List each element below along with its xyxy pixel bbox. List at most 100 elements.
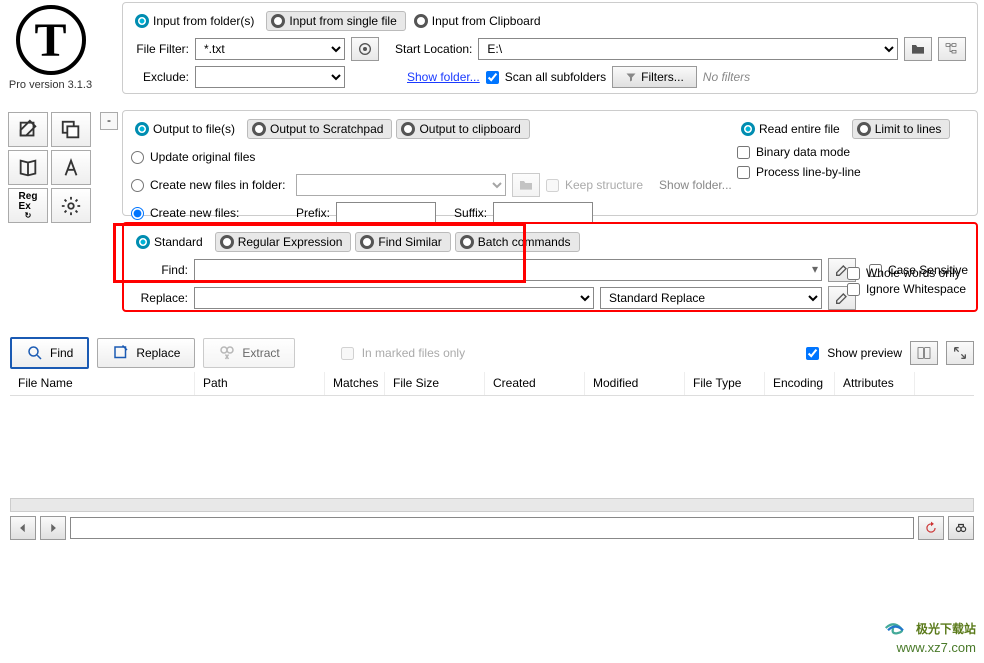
show-preview-checkbox[interactable] — [806, 347, 819, 360]
find-input[interactable] — [194, 259, 822, 281]
col-created[interactable]: Created — [485, 372, 585, 395]
output-mode-files[interactable]: Output to file(s) — [131, 120, 243, 138]
output-show-folder-link[interactable]: Show folder... — [659, 178, 732, 192]
bottom-nav-bar — [10, 514, 974, 542]
col-encoding[interactable]: Encoding — [765, 372, 835, 395]
swirl-icon — [882, 616, 912, 640]
binary-mode-checkbox[interactable] — [737, 146, 750, 159]
ignore-ws-label: Ignore Whitespace — [866, 282, 966, 296]
no-filters-text: No filters — [703, 70, 750, 84]
search-mode-regex[interactable]: Regular Expression — [215, 232, 352, 252]
input-mode-clipboard[interactable]: Input from Clipboard — [410, 12, 549, 30]
replace-label: Replace: — [132, 291, 188, 305]
keep-structure-checkbox — [546, 179, 559, 192]
process-line-label: Process line-by-line — [756, 165, 861, 179]
book-icon[interactable] — [8, 150, 48, 185]
output-right-panel: Read entire file Limit to lines Binary d… — [737, 117, 967, 185]
process-line-checkbox[interactable] — [737, 166, 750, 179]
search-mode-similar[interactable]: Find Similar — [355, 232, 450, 252]
col-attributes[interactable]: Attributes — [835, 372, 915, 395]
input-mode-folders[interactable]: Input from folder(s) — [131, 12, 262, 30]
output-section: Output to file(s) Output to Scratchpad O… — [122, 110, 978, 216]
target-icon[interactable] — [351, 37, 379, 61]
expand-icon[interactable] — [946, 341, 974, 365]
search-mode-batch[interactable]: Batch commands — [455, 232, 580, 252]
file-filter-select[interactable]: *.txt — [195, 38, 345, 60]
output-folder-select[interactable] — [296, 174, 506, 196]
show-preview-label: Show preview — [827, 346, 902, 360]
marked-only-checkbox — [341, 347, 354, 360]
edit-icon[interactable] — [8, 112, 48, 147]
col-filetype[interactable]: File Type — [685, 372, 765, 395]
version-label: Pro version 3.1.3 — [8, 79, 93, 91]
font-icon[interactable] — [51, 150, 91, 185]
search-section: Standard Regular Expression Find Similar… — [122, 222, 978, 312]
suffix-input[interactable] — [493, 202, 593, 224]
file-filter-label: File Filter: — [131, 42, 189, 56]
col-path[interactable]: Path — [195, 372, 325, 395]
start-location-select[interactable]: E:\ — [478, 38, 898, 60]
replace-mode-select[interactable]: Standard Replace — [600, 287, 822, 309]
folder-browse-icon[interactable] — [904, 37, 932, 61]
search-mode-standard[interactable]: Standard — [132, 233, 211, 251]
watermark-url: www.xz7.com — [882, 640, 976, 655]
path-input[interactable] — [70, 517, 914, 539]
binoculars-icon[interactable] — [948, 516, 974, 540]
horizontal-scrollbar[interactable] — [10, 498, 974, 512]
whole-words-label: Whole words only — [866, 266, 961, 280]
limit-lines-radio[interactable]: Limit to lines — [852, 119, 951, 139]
app-logo: T — [16, 5, 86, 75]
replace-input[interactable] — [194, 287, 594, 309]
refresh-icon[interactable] — [918, 516, 944, 540]
col-matches[interactable]: Matches — [325, 372, 385, 395]
watermark: 极光下载站 www.xz7.com — [882, 616, 976, 655]
suffix-label: Suffix: — [454, 206, 487, 220]
scan-subfolders-label: Scan all subfolders — [505, 70, 606, 84]
show-folder-link[interactable]: Show folder... — [407, 70, 480, 84]
prefix-label: Prefix: — [296, 206, 330, 220]
gear-icon[interactable] — [51, 188, 91, 223]
output-mode-scratchpad[interactable]: Output to Scratchpad — [247, 119, 392, 139]
keep-structure-label: Keep structure — [565, 178, 643, 192]
output-folder-browse-icon — [512, 173, 540, 197]
collapse-button[interactable]: - — [100, 112, 118, 130]
col-filesize[interactable]: File Size — [385, 372, 485, 395]
app-logo-area: T Pro version 3.1.3 — [8, 5, 93, 91]
input-section: Input from folder(s) Input from single f… — [122, 2, 978, 94]
create-new-radio[interactable] — [131, 207, 144, 220]
extract-button[interactable]: Extract — [203, 338, 294, 368]
start-location-label: Start Location: — [395, 42, 472, 56]
update-original-radio[interactable] — [131, 151, 144, 164]
filters-button[interactable]: Filters... — [612, 66, 697, 88]
update-original-label: Update original files — [150, 150, 255, 164]
watermark-text: 极光下载站 — [916, 620, 976, 637]
nav-next-icon[interactable] — [40, 516, 66, 540]
find-button[interactable]: Find — [10, 337, 89, 369]
whole-words-checkbox[interactable] — [847, 267, 860, 280]
input-mode-single[interactable]: Input from single file — [266, 11, 405, 31]
logo-letter: T — [34, 13, 66, 68]
find-label: Find: — [132, 263, 188, 277]
scan-subfolders-checkbox[interactable] — [486, 71, 499, 84]
action-bar: Find Replace Extract In marked files onl… — [10, 336, 974, 370]
layout-columns-icon[interactable] — [910, 341, 938, 365]
create-in-folder-label: Create new files in folder: — [150, 178, 290, 192]
exclude-label: Exclude: — [131, 70, 189, 84]
output-mode-clipboard[interactable]: Output to clipboard — [396, 119, 529, 139]
col-filename[interactable]: File Name — [10, 372, 195, 395]
results-table-header: File Name Path Matches File Size Created… — [10, 372, 974, 396]
replace-button[interactable]: Replace — [97, 338, 195, 368]
windows-icon[interactable] — [51, 112, 91, 147]
ignore-ws-checkbox[interactable] — [847, 283, 860, 296]
tree-icon[interactable] — [938, 37, 966, 61]
marked-only-label: In marked files only — [362, 346, 465, 360]
create-new-label: Create new files: — [150, 206, 290, 220]
col-modified[interactable]: Modified — [585, 372, 685, 395]
left-toolbar: RegEx↻ — [8, 112, 91, 223]
create-in-folder-radio[interactable] — [131, 179, 144, 192]
read-entire-radio[interactable]: Read entire file — [737, 120, 848, 138]
nav-prev-icon[interactable] — [10, 516, 36, 540]
prefix-input[interactable] — [336, 202, 436, 224]
exclude-select[interactable] — [195, 66, 345, 88]
regex-icon[interactable]: RegEx↻ — [8, 188, 48, 223]
